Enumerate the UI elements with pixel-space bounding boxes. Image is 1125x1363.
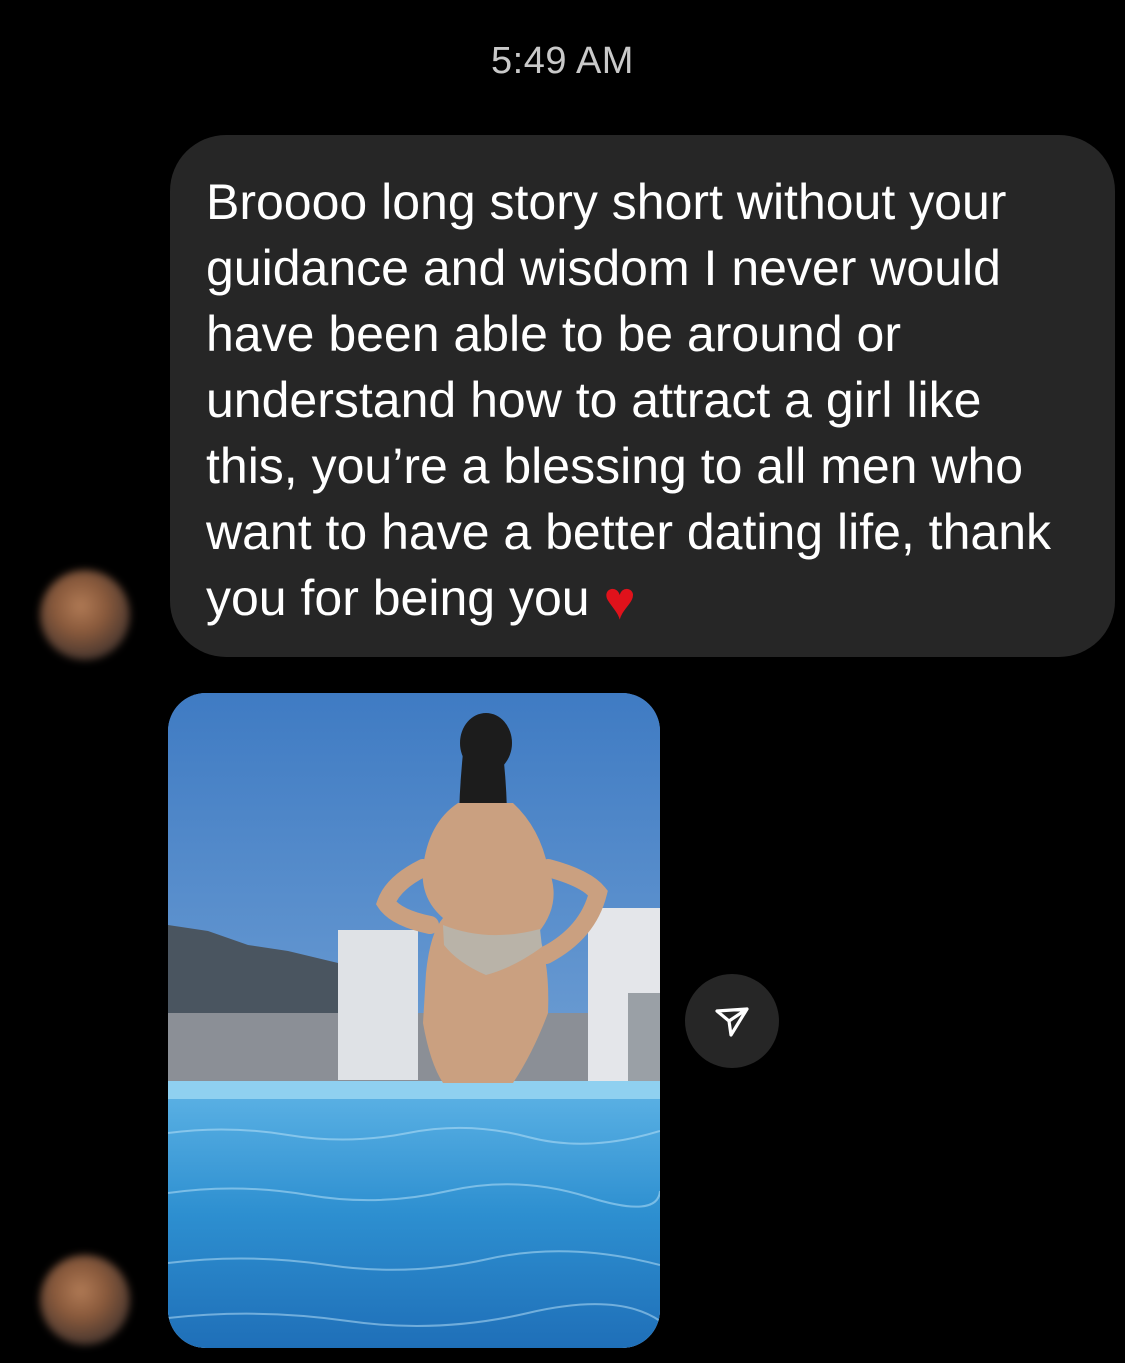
sender-avatar[interactable] (40, 570, 130, 660)
message-bubble[interactable]: Broooo long story short without your gui… (170, 135, 1115, 657)
photo-image (168, 693, 660, 1348)
paper-plane-icon (715, 1007, 749, 1037)
sender-avatar[interactable] (40, 1255, 130, 1345)
message-timestamp: 5:49 AM (491, 40, 634, 82)
share-button[interactable] (685, 974, 779, 1068)
photo-message[interactable] (168, 693, 660, 1348)
heart-emoji: ♥ (603, 571, 636, 631)
message-text: Broooo long story short without your gui… (206, 174, 1051, 626)
